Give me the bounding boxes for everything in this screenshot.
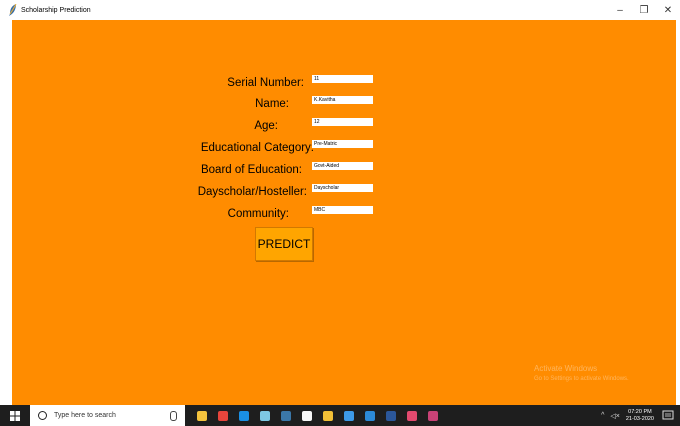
- activation-watermark: Activate Windows Go to Settings to activ…: [534, 363, 629, 385]
- python-icon: [280, 410, 291, 421]
- main-panel: Serial Number: 11 Name: K.Kavitha Age: 1…: [12, 20, 676, 405]
- clock-time: 07:20 PM: [628, 408, 652, 415]
- word-icon: [385, 410, 396, 421]
- close-button[interactable]: ✕: [656, 0, 680, 20]
- microphone-icon[interactable]: [170, 410, 177, 421]
- taskbar-app-button[interactable]: [191, 405, 212, 426]
- educational-category-label: Educational Category:: [200, 142, 314, 154]
- educational-category-input[interactable]: Pre-Matric: [312, 140, 373, 148]
- age-input[interactable]: 12: [312, 118, 373, 126]
- age-label: Age:: [254, 120, 278, 132]
- tray-chevron-icon[interactable]: ^: [601, 412, 604, 419]
- taskbar-app-button[interactable]: [338, 405, 359, 426]
- clock-date: 21-03-2020: [625, 415, 654, 422]
- taskbar-app-button[interactable]: [233, 405, 254, 426]
- chrome-icon: [217, 410, 228, 421]
- serial-number-input[interactable]: 11: [312, 75, 373, 83]
- taskbar-app-button[interactable]: [275, 405, 296, 426]
- system-tray: ^ ◁× 07:20 PM 21-03-2020: [601, 405, 680, 426]
- window-title: Scholarship Prediction: [21, 6, 91, 14]
- taskbar-search-box[interactable]: Type here to search: [30, 405, 185, 426]
- title-bar: Scholarship Prediction – ❐ ✕: [0, 0, 680, 20]
- media-icon: [364, 410, 375, 421]
- store-icon: [322, 410, 333, 421]
- name-label: Name:: [255, 98, 289, 110]
- taskbar-app-button[interactable]: [401, 405, 422, 426]
- board-of-education-input[interactable]: Govt-Aided: [312, 162, 373, 170]
- serial-number-label: Serial Number:: [227, 77, 304, 89]
- community-input[interactable]: MBC: [312, 206, 373, 214]
- tk-app-icon: [427, 410, 438, 421]
- settings-gear-icon: [406, 410, 417, 421]
- volume-icon[interactable]: ◁×: [610, 412, 619, 420]
- watermark-title: Activate Windows: [534, 364, 598, 373]
- taskbar-app-button[interactable]: [317, 405, 338, 426]
- taskbar-clock[interactable]: 07:20 PM 21-03-2020: [626, 409, 654, 423]
- taskbar-app-button[interactable]: [254, 405, 275, 426]
- search-placeholder: Type here to search: [54, 412, 116, 419]
- community-label: Community:: [227, 208, 289, 220]
- taskbar-app-button[interactable]: [359, 405, 380, 426]
- start-button[interactable]: [0, 405, 30, 426]
- file-explorer-icon: [196, 410, 207, 421]
- windows-logo-icon: [10, 410, 20, 421]
- minimize-button[interactable]: –: [608, 0, 632, 20]
- taskbar: Type here to search ^ ◁× 07:20 PM 21-03-…: [0, 405, 680, 426]
- paint-icon: [301, 410, 312, 421]
- maximize-button[interactable]: ❐: [632, 0, 656, 20]
- taskbar-app-button[interactable]: [212, 405, 233, 426]
- name-input[interactable]: K.Kavitha: [312, 96, 373, 104]
- feather-app-icon: [9, 4, 17, 16]
- cortana-icon: [38, 411, 47, 420]
- window-controls: – ❐ ✕: [608, 0, 680, 20]
- board-of-education-label: Board of Education:: [200, 164, 302, 176]
- watermark-subtitle: Go to Settings to activate Windows.: [534, 376, 629, 382]
- dropbox-icon: [343, 410, 354, 421]
- taskbar-app-button[interactable]: [422, 405, 443, 426]
- taskbar-apps: [191, 405, 443, 426]
- dayscholar-hosteller-label: Dayscholar/Hosteller:: [197, 186, 307, 198]
- notification-center-icon[interactable]: [662, 410, 674, 422]
- taskbar-app-button[interactable]: [380, 405, 401, 426]
- notepad-icon: [259, 410, 270, 421]
- edge-icon: [238, 410, 249, 421]
- predict-button[interactable]: PREDICT: [255, 227, 313, 261]
- dayscholar-hosteller-input[interactable]: Dayscholar: [312, 184, 373, 192]
- taskbar-app-button[interactable]: [296, 405, 317, 426]
